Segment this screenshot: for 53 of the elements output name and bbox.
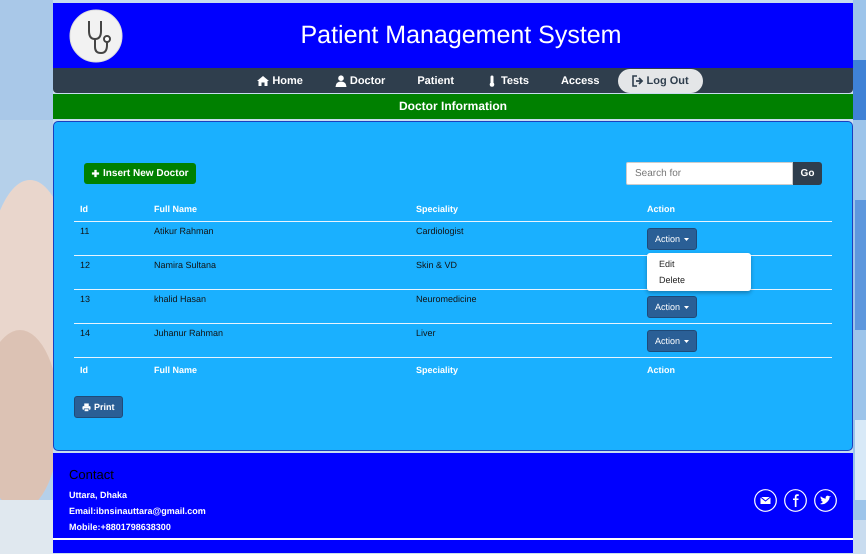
stethoscope-logo	[69, 8, 123, 62]
column-footer: Action	[641, 358, 832, 382]
table-cell: 14	[74, 324, 148, 358]
table-cell: Atikur Rahman	[148, 222, 410, 256]
plus-icon	[91, 169, 100, 178]
nav-link[interactable]: Home	[243, 68, 317, 92]
nav-link[interactable]: Access	[546, 68, 614, 92]
nav-link[interactable]: Patient	[403, 68, 468, 92]
caret-icon	[684, 340, 690, 342]
nav-link[interactable]: Tests	[472, 68, 543, 92]
column-header: Action	[641, 197, 832, 222]
column-footer: Speciality	[410, 358, 641, 382]
nav-link[interactable]: Doctor	[320, 68, 400, 92]
home-icon	[257, 74, 270, 86]
table-cell: 13	[74, 290, 148, 324]
table-cell: Juhanur Rahman	[148, 324, 410, 358]
insert-button[interactable]: Insert New Doctor	[84, 163, 196, 184]
action-button[interactable]: Action	[647, 228, 698, 250]
caret-icon	[684, 306, 690, 308]
column-footer: Full Name	[148, 358, 410, 382]
nav-link[interactable]: Log Out	[618, 68, 703, 92]
twitter-icon[interactable]	[814, 489, 837, 512]
printer-icon	[82, 402, 91, 412]
table-cell: Skin & VD	[410, 256, 641, 290]
table-cell: Liver	[410, 324, 641, 358]
table-cell: 12	[74, 256, 148, 290]
search-field[interactable]: Search for	[626, 162, 793, 185]
table-cell: Cardiologist	[410, 222, 641, 256]
column-header: Speciality	[410, 197, 641, 222]
contact-line: Email:ibnsinauttara@gmail.com	[69, 506, 206, 516]
page-title: Patient Management System	[300, 21, 622, 50]
action-button[interactable]: Action	[647, 296, 698, 318]
table-cell: 11	[74, 222, 148, 256]
column-footer: Id	[74, 358, 148, 382]
facebook-icon[interactable]	[784, 489, 807, 512]
action-button[interactable]: Action	[647, 330, 698, 352]
contact-line: Mobile:+8801798638300	[69, 522, 172, 532]
menu-item[interactable]: Delete	[647, 272, 751, 288]
column-header: Full Name	[148, 197, 410, 222]
user-icon	[334, 74, 347, 86]
menu-item[interactable]: Edit	[647, 256, 751, 272]
section-title: Doctor Information	[53, 94, 853, 119]
email-icon[interactable]	[754, 489, 777, 512]
print-button[interactable]: Print	[74, 396, 123, 418]
caret-icon	[684, 238, 690, 240]
logout-icon	[632, 74, 644, 86]
contact-line: Uttara, Dhaka	[69, 490, 128, 500]
column-header: Id	[74, 197, 148, 222]
table-cell: Neuromedicine	[410, 290, 641, 324]
go-button[interactable]: Go	[793, 162, 822, 185]
table-cell: khalid Hasan	[148, 290, 410, 324]
table-cell: Namira Sultana	[148, 256, 410, 290]
contact-heading: Contact	[69, 467, 115, 482]
